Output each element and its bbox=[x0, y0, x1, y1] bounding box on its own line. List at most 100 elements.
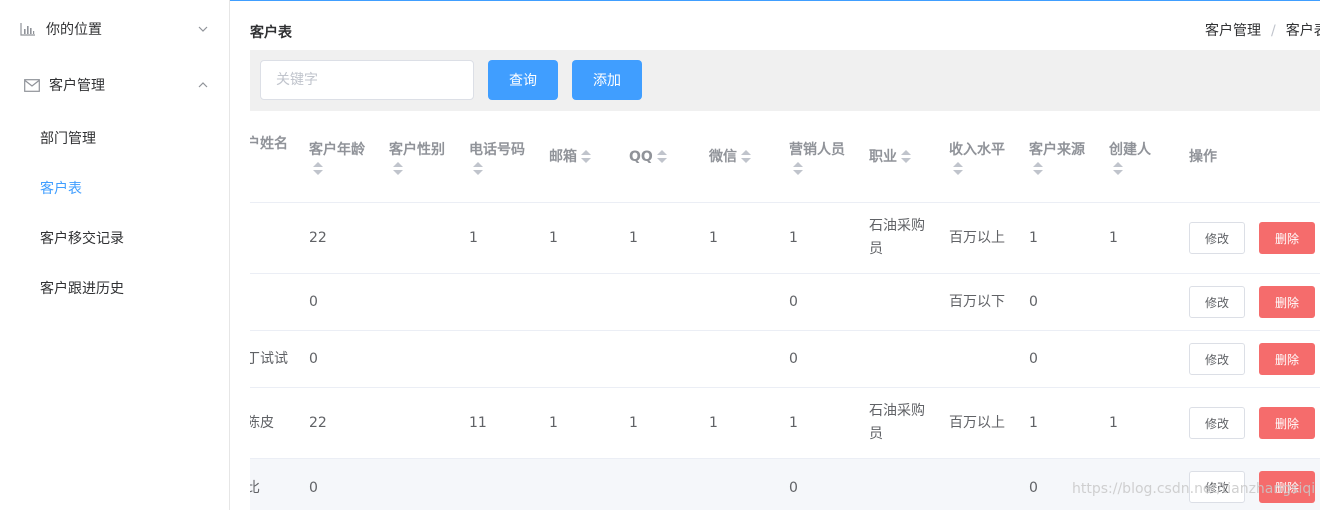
column-header-income[interactable]: 收入水平 bbox=[949, 111, 1019, 203]
cell-income: 百万以上 bbox=[949, 414, 1005, 431]
sidebar: 你的位置 客户管理 部门管理 客户表 客户移交记录 客户跟进历史 bbox=[0, 0, 230, 510]
cell-source: 1 bbox=[1029, 229, 1038, 246]
menu-location[interactable]: 你的位置 bbox=[0, 1, 229, 57]
column-header-job[interactable]: 职业 bbox=[869, 111, 939, 203]
cell-wechat bbox=[709, 459, 779, 510]
cell-sales: 1 bbox=[789, 414, 798, 431]
menu-customer-management[interactable]: 客户管理 bbox=[0, 57, 229, 113]
cell-sales: 1 bbox=[789, 229, 798, 246]
sort-icon[interactable] bbox=[581, 150, 591, 164]
cell-source: 0 bbox=[1029, 350, 1038, 367]
sidebar-item-customer-table[interactable]: 客户表 bbox=[0, 163, 229, 213]
cell-qq bbox=[629, 274, 699, 330]
breadcrumb-current: 客户表 bbox=[1285, 23, 1320, 39]
column-header-gender[interactable]: 客户性别 bbox=[389, 111, 459, 203]
column-header-qq[interactable]: QQ bbox=[629, 111, 699, 203]
cell-email: 1 bbox=[549, 414, 558, 431]
sort-icon[interactable] bbox=[741, 150, 751, 164]
cell-source: 0 bbox=[1029, 293, 1038, 310]
column-header-source[interactable]: 客户来源 bbox=[1029, 111, 1099, 203]
delete-button[interactable]: 删除 bbox=[1259, 471, 1315, 503]
sidebar-item-transfer-records[interactable]: 客户移交记录 bbox=[0, 213, 229, 263]
column-header-wechat[interactable]: 微信 bbox=[709, 111, 779, 203]
column-header-creator[interactable]: 创建人 bbox=[1109, 111, 1179, 203]
mail-icon bbox=[24, 77, 40, 93]
cell-gender bbox=[389, 203, 459, 273]
cell-qq bbox=[629, 459, 699, 510]
edit-button[interactable]: 修改 bbox=[1189, 286, 1245, 318]
cell-gender bbox=[389, 459, 459, 510]
column-header-phone[interactable]: 电话号码 bbox=[469, 111, 539, 203]
delete-button[interactable]: 删除 bbox=[1259, 222, 1315, 254]
page-title: 客户表 bbox=[250, 25, 292, 41]
sidebar-item-department[interactable]: 部门管理 bbox=[0, 113, 229, 163]
cell-name: 陈皮 bbox=[250, 414, 274, 431]
cell-wechat: 1 bbox=[709, 414, 718, 431]
cell-sales: 0 bbox=[789, 350, 798, 367]
cell-wechat bbox=[709, 331, 779, 387]
cell-creator: 1 bbox=[1109, 414, 1118, 431]
sort-icon[interactable] bbox=[473, 161, 483, 176]
sort-icon[interactable] bbox=[313, 161, 323, 176]
delete-button[interactable]: 删除 bbox=[1259, 343, 1315, 375]
edit-button[interactable]: 修改 bbox=[1189, 222, 1245, 254]
delete-button[interactable]: 删除 bbox=[1259, 407, 1315, 439]
query-button[interactable]: 查询 bbox=[488, 60, 558, 100]
toolbar: 查询 添加 bbox=[250, 50, 1320, 111]
edit-button[interactable]: 修改 bbox=[1189, 471, 1245, 503]
cell-job: 石油采购员 bbox=[869, 403, 925, 442]
cell-email bbox=[549, 459, 619, 510]
cell-sales: 0 bbox=[789, 480, 798, 496]
sort-icon[interactable] bbox=[1113, 161, 1123, 176]
cell-name: 比 bbox=[250, 480, 260, 496]
edit-button[interactable]: 修改 bbox=[1189, 343, 1245, 375]
column-header-age[interactable]: 客户年龄 bbox=[309, 111, 379, 203]
cell-phone bbox=[469, 274, 539, 330]
cell-name bbox=[250, 203, 302, 273]
bar-chart-icon bbox=[20, 21, 36, 37]
table-row: 陈皮 22 11 1 1 1 1 石油采购员 百万以上 1 1 修改 删除 bbox=[250, 388, 1320, 459]
column-header-name: 户姓名 bbox=[250, 136, 288, 152]
cell-creator bbox=[1109, 274, 1179, 330]
cell-gender bbox=[389, 331, 459, 387]
main-content: 客户表 客户管理 / 客户表 查询 添加 户姓名 客户年龄 客户性别 电话号码 邮箱 bbox=[250, 0, 1320, 510]
breadcrumb: 客户管理 / 客户表 bbox=[1205, 20, 1320, 40]
breadcrumb-root[interactable]: 客户管理 bbox=[1205, 23, 1261, 39]
cell-email bbox=[549, 331, 619, 387]
search-input[interactable] bbox=[260, 60, 474, 100]
cell-job bbox=[869, 331, 933, 387]
cell-gender bbox=[389, 274, 459, 330]
cell-qq bbox=[629, 331, 699, 387]
cell-creator bbox=[1109, 459, 1179, 510]
cell-age: 0 bbox=[309, 293, 318, 310]
sort-icon[interactable] bbox=[953, 161, 963, 176]
cell-wechat: 1 bbox=[709, 229, 718, 246]
add-button[interactable]: 添加 bbox=[572, 60, 642, 100]
edit-button[interactable]: 修改 bbox=[1189, 407, 1245, 439]
sort-icon[interactable] bbox=[1033, 161, 1043, 176]
sort-icon[interactable] bbox=[393, 161, 403, 176]
menu-customer-management-label: 客户管理 bbox=[49, 78, 105, 94]
breadcrumb-separator: / bbox=[1271, 23, 1276, 39]
cell-age: 0 bbox=[309, 350, 318, 367]
delete-button[interactable]: 删除 bbox=[1259, 286, 1315, 318]
cell-income: 百万以上 bbox=[949, 229, 1005, 246]
menu-location-label: 你的位置 bbox=[46, 22, 102, 38]
sidebar-item-followup-history[interactable]: 客户跟进历史 bbox=[0, 263, 229, 313]
sort-icon[interactable] bbox=[793, 161, 803, 176]
table-row: 22 1 1 1 1 1 石油采购员 百万以上 1 1 修改 删除 bbox=[250, 203, 1320, 274]
sort-icon[interactable] bbox=[656, 150, 667, 164]
cell-qq: 1 bbox=[629, 414, 638, 431]
sort-icon[interactable] bbox=[901, 150, 911, 164]
column-header-email[interactable]: 邮箱 bbox=[549, 111, 619, 203]
column-header-sales[interactable]: 营销人员 bbox=[789, 111, 859, 203]
cell-phone bbox=[469, 459, 539, 510]
cell-name bbox=[250, 274, 302, 330]
chevron-down-icon bbox=[197, 23, 209, 35]
cell-creator: 1 bbox=[1109, 229, 1118, 246]
cell-sales: 0 bbox=[789, 293, 798, 310]
cell-source: 1 bbox=[1029, 414, 1038, 431]
cell-job: 石油采购员 bbox=[869, 218, 925, 257]
table-row: 0 0 百万以下 0 修改 删除 bbox=[250, 274, 1320, 331]
cell-gender bbox=[389, 388, 459, 458]
